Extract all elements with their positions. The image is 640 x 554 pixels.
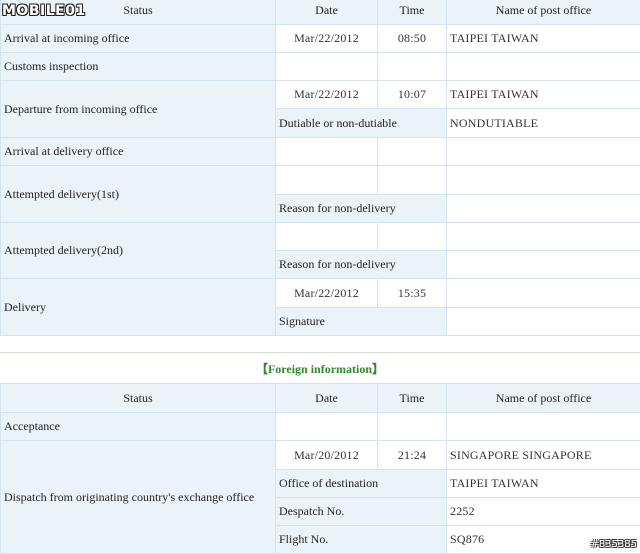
status-attempt-2: Attempted delivery(2nd)	[1, 223, 276, 279]
table-row: Attempted delivery(1st)	[1, 166, 640, 195]
reason-value	[447, 195, 640, 223]
table-row: Arrival at delivery office	[1, 138, 640, 166]
status-arrival-incoming: Arrival at incoming office	[1, 25, 276, 53]
dutiable-value: NONDUTIABLE	[447, 109, 640, 138]
office-cell	[447, 53, 640, 81]
signature-value	[447, 308, 640, 336]
status-attempt-1: Attempted delivery(1st)	[1, 166, 276, 223]
table-header-row: Status Date Time Name of post office	[1, 384, 640, 413]
reason-label: Reason for non-delivery	[276, 195, 447, 223]
date-cell	[276, 138, 378, 166]
time-cell	[378, 413, 447, 441]
header-office: Name of post office	[447, 0, 640, 25]
table-row: Attempted delivery(2nd)	[1, 223, 640, 251]
table-row: Customs inspection	[1, 53, 640, 81]
dutiable-label: Dutiable or non-dutiable	[276, 109, 447, 138]
logo-text: MOBILE01	[2, 3, 86, 19]
header-office: Name of post office	[447, 384, 640, 413]
destination-value: TAIPEI TAIWAN	[447, 470, 640, 498]
destination-label: Office of destination	[276, 470, 447, 498]
time-cell: 08:50	[378, 25, 447, 53]
header-status: Status	[1, 384, 276, 413]
watermark-id: #835385	[590, 539, 637, 550]
office-cell: TAIPEI TAIWAN	[447, 25, 640, 53]
date-cell: Mar/22/2012	[276, 81, 378, 109]
office-cell	[447, 166, 640, 195]
time-cell	[378, 166, 447, 195]
date-cell	[276, 53, 378, 81]
table-row: Arrival at incoming office Mar/22/2012 0…	[1, 25, 640, 53]
flight-no-label: Flight No.	[276, 526, 447, 554]
mobile01-logo: MOBILE01	[2, 1, 86, 21]
status-dispatch: Dispatch from originating country's exch…	[1, 441, 276, 554]
foreign-tracking-table: Status Date Time Name of post office Acc…	[0, 383, 640, 554]
status-delivery: Delivery	[1, 279, 276, 336]
despatch-no-value: 2252	[447, 498, 640, 526]
table-row: Departure from incoming office Mar/22/20…	[1, 81, 640, 109]
domestic-tracking-table: Status Date Time Name of post office Arr…	[0, 0, 640, 336]
status-acceptance: Acceptance	[1, 413, 276, 441]
status-departure-incoming: Departure from incoming office	[1, 81, 276, 138]
time-cell: 21:24	[378, 441, 447, 470]
status-customs: Customs inspection	[1, 53, 276, 81]
time-cell	[378, 53, 447, 81]
office-cell	[447, 138, 640, 166]
date-cell: Mar/20/2012	[276, 441, 378, 470]
office-cell: SINGAPORE SINGAPORE	[447, 441, 640, 470]
header-date: Date	[276, 0, 378, 25]
header-date: Date	[276, 384, 378, 413]
time-cell	[378, 138, 447, 166]
table-row: Dispatch from originating country's exch…	[1, 441, 640, 470]
office-cell	[447, 413, 640, 441]
time-cell: 15:35	[378, 279, 447, 308]
date-cell: Mar/22/2012	[276, 25, 378, 53]
date-cell	[276, 166, 378, 195]
date-cell	[276, 223, 378, 251]
date-cell	[276, 413, 378, 441]
time-cell: 10:07	[378, 81, 447, 109]
signature-label: Signature	[276, 308, 447, 336]
despatch-no-label: Despatch No.	[276, 498, 447, 526]
reason-value	[447, 251, 640, 279]
office-cell	[447, 279, 640, 308]
office-cell	[447, 223, 640, 251]
time-cell	[378, 223, 447, 251]
foreign-section-title: 【Foreign information】	[0, 352, 640, 383]
office-cell: TAIPEI TAIWAN	[447, 81, 640, 109]
table-header-row: Status Date Time Name of post office	[1, 0, 640, 25]
header-time: Time	[378, 384, 447, 413]
date-cell: Mar/22/2012	[276, 279, 378, 308]
table-row: Acceptance	[1, 413, 640, 441]
table-row: Delivery Mar/22/2012 15:35	[1, 279, 640, 308]
header-time: Time	[378, 0, 447, 25]
status-arrival-delivery: Arrival at delivery office	[1, 138, 276, 166]
reason-label: Reason for non-delivery	[276, 251, 447, 279]
